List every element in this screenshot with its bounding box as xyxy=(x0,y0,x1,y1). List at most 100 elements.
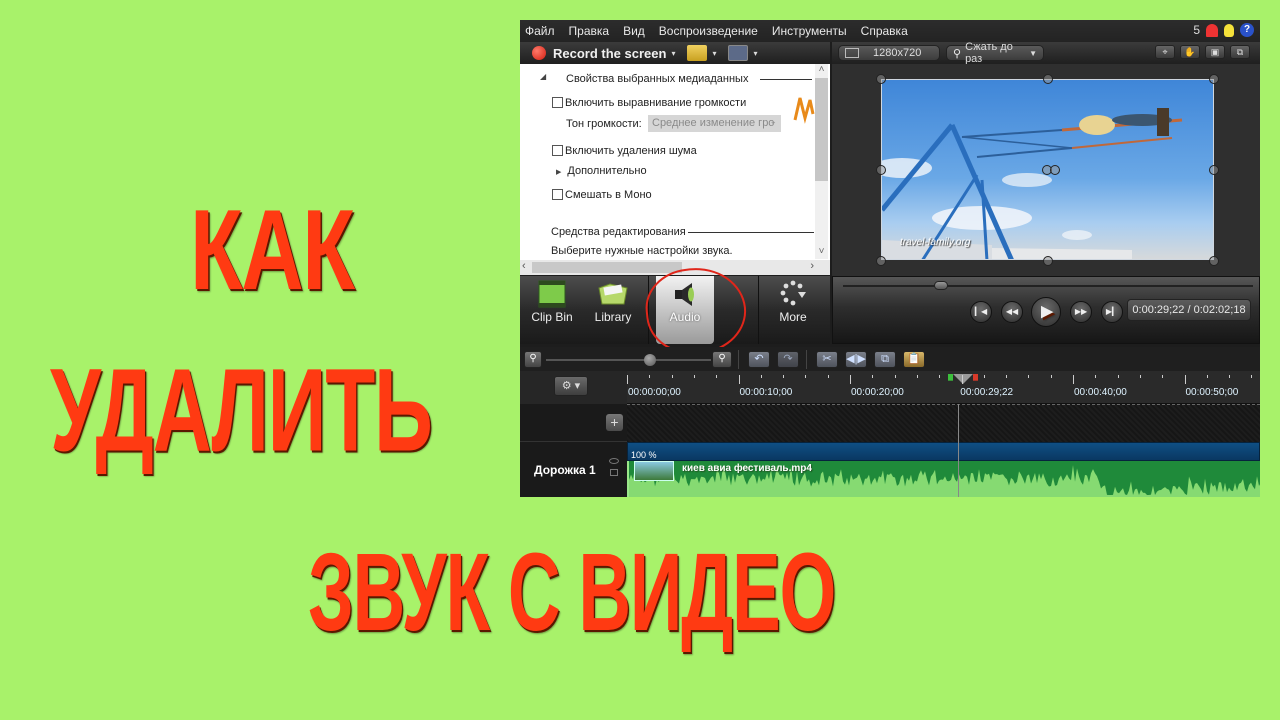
scroll-down-icon[interactable]: ˅ xyxy=(815,246,828,257)
menu-playback[interactable]: Воспроизведение xyxy=(659,24,758,38)
lock-icon[interactable] xyxy=(610,469,618,476)
paste-icon[interactable]: 📋 xyxy=(903,351,925,368)
skip-to-end-button[interactable]: ▶▎ xyxy=(1101,301,1123,323)
track-header: Дорожка 1 xyxy=(520,442,627,497)
ruler-minor-tick xyxy=(983,375,985,378)
notification-bell-icon[interactable] xyxy=(1206,23,1218,37)
timeline-zoom-slider[interactable] xyxy=(546,354,711,366)
zoom-slider-knob[interactable] xyxy=(643,354,656,366)
advanced-expander[interactable]: ▶ Дополнительно xyxy=(556,165,647,177)
fit-icon[interactable]: ▣ xyxy=(1205,45,1225,59)
tab-more[interactable]: More xyxy=(768,276,818,344)
tab-label: Clip Bin xyxy=(531,310,573,324)
clip-name: киев авиа фестиваль.mp4 xyxy=(682,463,812,474)
collapse-triangle-icon[interactable]: ◢ xyxy=(540,72,546,81)
timecode-display: 0:00:29;22 / 0:02:02;18 xyxy=(1127,299,1251,321)
menu-help[interactable]: Справка xyxy=(861,24,908,38)
divider xyxy=(806,350,807,369)
copy-icon[interactable]: ⧉ xyxy=(874,351,896,368)
horizontal-scrollbar[interactable]: ‹ › xyxy=(520,260,830,275)
menu-file[interactable]: Файл xyxy=(525,24,555,38)
skip-to-start-button[interactable]: ▎◀ xyxy=(970,301,992,323)
vertical-scrollbar[interactable]: ˄ ˅ xyxy=(815,64,828,259)
media-clip[interactable]: 100 % киев авиа фестиваль.mp4 xyxy=(627,442,1260,497)
resize-handle[interactable] xyxy=(1043,256,1053,266)
ruler-minor-tick xyxy=(1229,375,1231,378)
pan-icon[interactable]: ✋ xyxy=(1180,45,1200,59)
clip-volume-band[interactable] xyxy=(627,442,1260,461)
noise-removal-checkbox[interactable] xyxy=(552,145,563,156)
scroll-right-icon[interactable]: › xyxy=(810,260,814,272)
mix-mono-row[interactable]: Смешать в Моно xyxy=(552,189,652,201)
ruler-major-tick xyxy=(961,375,963,384)
resize-handle[interactable] xyxy=(1209,165,1219,175)
title-line-3: ЗВУК С ВИДЕО xyxy=(308,530,836,654)
import-dropdown-icon[interactable]: ▾ xyxy=(712,49,716,58)
cut-icon[interactable]: ✂ xyxy=(816,351,838,368)
undo-icon[interactable]: ↶ xyxy=(748,351,770,368)
tab-library[interactable]: Library xyxy=(588,276,638,344)
seek-bar[interactable] xyxy=(843,281,1253,290)
produce-dropdown-icon[interactable]: ▾ xyxy=(753,49,757,58)
add-track-button[interactable]: + xyxy=(606,414,623,431)
resize-handle[interactable] xyxy=(1209,74,1219,84)
resolution-dropdown[interactable]: 1280x720 xyxy=(838,45,940,61)
zoom-fit-dropdown[interactable]: ⚲ Сжать до раз ▼ xyxy=(946,41,1044,65)
clip-volume-label: 100 % xyxy=(631,450,657,460)
play-button[interactable]: ▶ xyxy=(1031,297,1061,327)
volume-tone-select[interactable]: Среднее изменение гро ⌄ xyxy=(648,115,781,132)
zoom-out-icon[interactable]: ⚲ xyxy=(524,351,542,368)
preview-toolbar: 1280x720 ⚲ Сжать до раз ▼ ⌖ ✋ ▣ ⧉ xyxy=(832,41,1260,65)
eye-icon[interactable] xyxy=(609,458,619,464)
rotate-handle[interactable] xyxy=(1050,165,1060,175)
tab-label: More xyxy=(779,310,807,324)
record-screen-button[interactable]: Record the screen xyxy=(553,46,666,61)
scrollbar-thumb[interactable] xyxy=(815,78,828,181)
tips-lightbulb-icon[interactable] xyxy=(1224,23,1234,37)
seek-knob[interactable] xyxy=(934,281,949,290)
tab-label: Library xyxy=(594,310,632,324)
empty-track[interactable] xyxy=(627,404,1260,442)
resize-handle[interactable] xyxy=(876,256,886,266)
volume-leveling-checkbox[interactable] xyxy=(552,97,563,108)
playhead-marker[interactable] xyxy=(945,374,981,384)
editing-tools-title: Средства редактирования xyxy=(551,226,686,238)
preview-canvas: travel-family.org xyxy=(832,64,1260,276)
noise-removal-row[interactable]: Включить удаления шума xyxy=(552,145,697,157)
redo-icon[interactable]: ↷ xyxy=(777,351,799,368)
tab-audio[interactable]: Audio xyxy=(656,276,714,344)
tab-clip-bin[interactable]: Clip Bin xyxy=(526,276,578,344)
timeline-settings-button[interactable]: ⚙ ▾ xyxy=(554,376,588,396)
menu-edit[interactable]: Правка xyxy=(569,24,610,38)
split-icon[interactable]: ◀|▶ xyxy=(845,351,867,368)
mix-mono-label: Смешать в Моно xyxy=(565,189,652,201)
scroll-left-icon[interactable]: ‹ xyxy=(522,260,526,272)
zoom-in-icon[interactable]: ⚲ xyxy=(712,351,732,368)
record-dropdown-icon[interactable]: ▾ xyxy=(671,49,675,58)
resize-handle[interactable] xyxy=(876,165,886,175)
import-media-icon[interactable] xyxy=(687,45,708,61)
scroll-up-icon[interactable]: ˄ xyxy=(815,64,828,75)
resize-handle[interactable] xyxy=(876,74,886,84)
help-icon[interactable]: ? xyxy=(1240,23,1254,37)
record-toolbar: Record the screen ▾ ▾ ▾ xyxy=(520,42,830,64)
divider xyxy=(648,276,649,344)
media-tabs: Clip Bin Library Audio More xyxy=(520,276,830,344)
crop-icon[interactable]: ⌖ xyxy=(1155,45,1175,59)
mix-mono-checkbox[interactable] xyxy=(552,189,563,200)
menu-view[interactable]: Вид xyxy=(623,24,645,38)
resize-handle[interactable] xyxy=(1043,74,1053,84)
resize-handle[interactable] xyxy=(1209,256,1219,266)
ruler-minor-tick xyxy=(760,375,762,378)
menu-tools[interactable]: Инструменты xyxy=(772,24,847,38)
fast-forward-button[interactable]: ▶▶ xyxy=(1070,301,1092,323)
timeline-ruler[interactable]: 00:00:00;00 00:00:10;00 00:00:20;00 00:00:2… xyxy=(627,371,1260,404)
track-name[interactable]: Дорожка 1 xyxy=(534,463,596,477)
detach-icon[interactable]: ⧉ xyxy=(1230,45,1250,59)
zoom-fit-label: Сжать до раз xyxy=(965,41,1013,65)
divider xyxy=(688,232,814,233)
volume-leveling-row[interactable]: Включить выравнивание громкости xyxy=(552,97,746,109)
rewind-button[interactable]: ◀◀ xyxy=(1001,301,1023,323)
scrollbar-thumb[interactable] xyxy=(532,262,682,273)
produce-share-icon[interactable] xyxy=(728,45,749,61)
